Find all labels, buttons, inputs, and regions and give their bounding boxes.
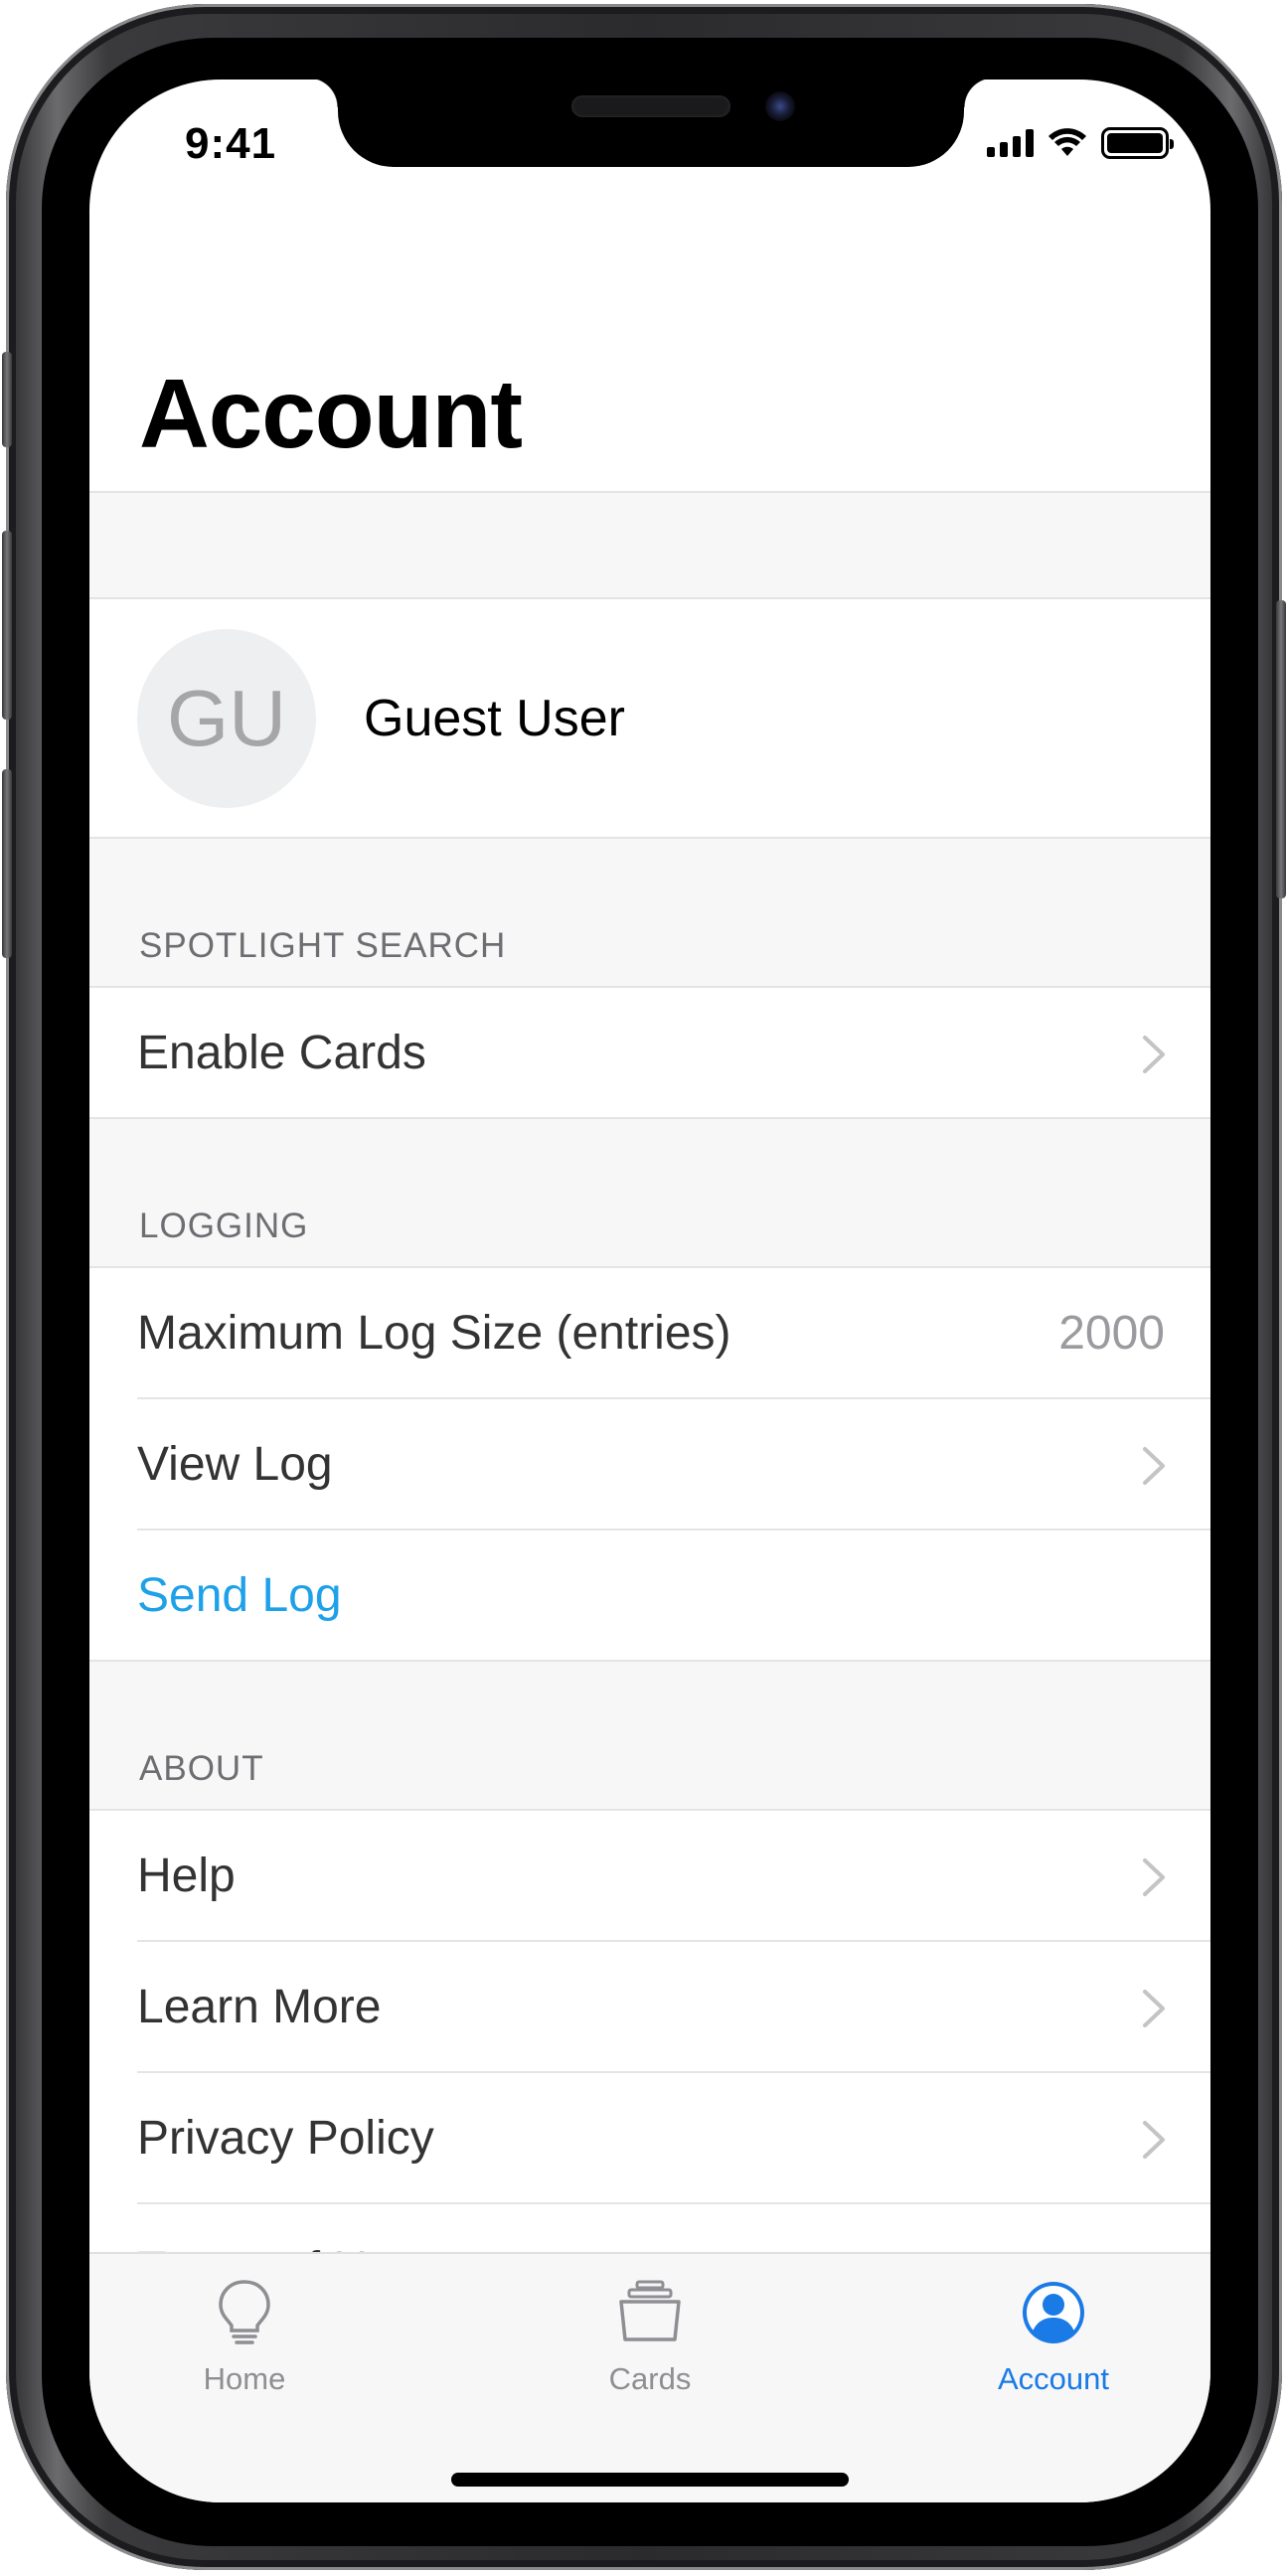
lightbulb-icon bbox=[219, 2280, 270, 2344]
status-time: 9:41 bbox=[185, 119, 277, 168]
cards-stack-icon bbox=[619, 2280, 681, 2341]
wifi-icon bbox=[1048, 128, 1086, 156]
tab-bar: Home Cards Account bbox=[89, 2252, 1210, 2502]
avatar: GU bbox=[137, 629, 316, 808]
device-frame: 9:41 Account GU Guest User SPOTLIGHT SEA… bbox=[2, 4, 1286, 2570]
enable-cards-row[interactable]: Enable Cards bbox=[89, 988, 1210, 1117]
notch bbox=[308, 80, 994, 167]
row-label: Enable Cards bbox=[137, 1027, 426, 1079]
chevron-right-icon bbox=[1143, 1990, 1165, 2027]
home-indicator[interactable] bbox=[451, 2473, 849, 2487]
chevron-right-icon bbox=[1143, 2121, 1165, 2159]
section-header-spotlight: SPOTLIGHT SEARCH bbox=[139, 926, 507, 965]
cellular-signal-icon bbox=[987, 129, 1034, 157]
learn-more-row[interactable]: Learn More bbox=[89, 1942, 1210, 2071]
row-label: Maximum Log Size (entries) bbox=[137, 1307, 731, 1360]
chevron-right-icon bbox=[1143, 1036, 1165, 1073]
volume-down-button bbox=[2, 769, 12, 958]
chevron-right-icon bbox=[1143, 1447, 1165, 1485]
section-header-about: ABOUT bbox=[139, 1749, 264, 1788]
row-label: Help bbox=[137, 1850, 236, 1902]
view-log-row[interactable]: View Log bbox=[89, 1399, 1210, 1529]
tab-cards[interactable]: Cards bbox=[531, 2278, 769, 2407]
app-screen: 9:41 Account GU Guest User SPOTLIGHT SEA… bbox=[89, 80, 1210, 2502]
tab-label: Cards bbox=[608, 2361, 692, 2396]
section-header-logging: LOGGING bbox=[139, 1207, 309, 1245]
power-button bbox=[1276, 600, 1286, 898]
earpiece-speaker bbox=[571, 95, 730, 117]
help-row[interactable]: Help bbox=[89, 1811, 1210, 1940]
privacy-policy-row[interactable]: Privacy Policy bbox=[89, 2073, 1210, 2202]
chevron-right-icon bbox=[1143, 1858, 1165, 1896]
tab-label: Home bbox=[203, 2361, 286, 2396]
profile-row[interactable]: GU Guest User bbox=[89, 599, 1210, 838]
profile-name: Guest User bbox=[364, 690, 625, 747]
volume-up-button bbox=[2, 531, 12, 720]
max-log-size-row[interactable]: Maximum Log Size (entries) 2000 bbox=[89, 1268, 1210, 1397]
battery-icon bbox=[1101, 127, 1174, 159]
status-icons bbox=[987, 127, 1174, 159]
row-label: Privacy Policy bbox=[137, 2112, 434, 2165]
send-log-label: Send Log bbox=[137, 1569, 342, 1622]
tab-account[interactable]: Account bbox=[934, 2278, 1173, 2407]
person-circle-icon bbox=[1023, 2282, 1084, 2343]
max-log-size-value: 2000 bbox=[1058, 1307, 1165, 1360]
section-spacer bbox=[89, 493, 1210, 598]
mute-switch bbox=[2, 352, 12, 447]
front-camera bbox=[765, 91, 795, 121]
page-title: Account bbox=[139, 359, 523, 468]
row-label: Learn More bbox=[137, 1981, 382, 2033]
row-label: View Log bbox=[137, 1438, 333, 1491]
tab-label: Account bbox=[997, 2361, 1109, 2396]
tab-home[interactable]: Home bbox=[125, 2278, 364, 2407]
send-log-button[interactable]: Send Log bbox=[89, 1530, 1210, 1660]
